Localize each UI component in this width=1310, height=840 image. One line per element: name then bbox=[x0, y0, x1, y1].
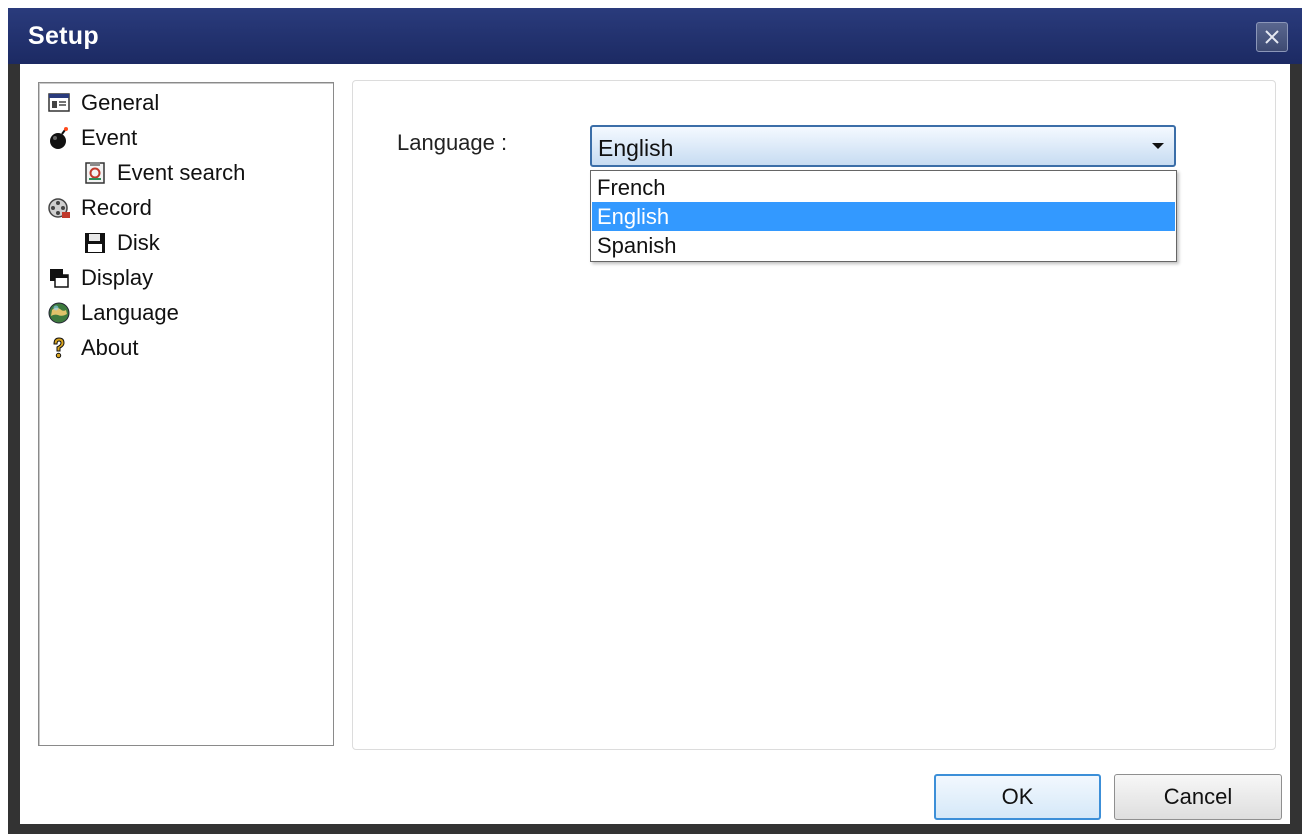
dropdown-arrow-icon[interactable] bbox=[1152, 143, 1164, 149]
tree-item-label: General bbox=[81, 90, 160, 115]
dialog-title: Setup bbox=[28, 22, 99, 50]
title-bar[interactable]: Setup bbox=[8, 8, 1302, 64]
tree-item-label: Display bbox=[81, 265, 154, 290]
general-settings-icon bbox=[47, 91, 71, 115]
tree-item-event[interactable]: Event bbox=[47, 122, 137, 154]
globe-icon bbox=[47, 301, 71, 325]
tree-item-about[interactable]: About bbox=[47, 332, 139, 364]
tree-item-label: Record bbox=[81, 195, 152, 220]
display-windows-icon bbox=[47, 266, 71, 290]
settings-tree: General Event Event search Record Disk D… bbox=[38, 82, 334, 746]
ok-button[interactable]: OK bbox=[934, 774, 1101, 820]
event-search-icon bbox=[83, 161, 107, 185]
bomb-icon bbox=[47, 126, 71, 150]
tree-item-label: About bbox=[81, 335, 139, 360]
language-dropdown-list: French English Spanish bbox=[590, 170, 1177, 262]
tree-item-label: Event search bbox=[117, 160, 246, 185]
close-button[interactable] bbox=[1256, 22, 1288, 52]
film-reel-icon bbox=[47, 196, 71, 220]
tree-item-language[interactable]: Language bbox=[47, 297, 179, 329]
language-option-french[interactable]: French bbox=[592, 173, 1175, 202]
language-option-spanish[interactable]: Spanish bbox=[592, 231, 1175, 260]
question-mark-icon bbox=[47, 336, 71, 360]
close-icon bbox=[1265, 30, 1279, 44]
floppy-disk-icon bbox=[83, 231, 107, 255]
setup-dialog: Setup General Event Event search Record … bbox=[8, 8, 1302, 834]
tree-item-general[interactable]: General bbox=[47, 87, 159, 119]
tree-item-event-search[interactable]: Event search bbox=[83, 157, 245, 189]
cancel-button[interactable]: Cancel bbox=[1114, 774, 1282, 820]
dialog-body: General Event Event search Record Disk D… bbox=[20, 64, 1290, 824]
language-select[interactable]: English bbox=[590, 125, 1176, 167]
tree-item-display[interactable]: Display bbox=[47, 262, 153, 294]
tree-item-label: Disk bbox=[117, 230, 160, 255]
language-select-value: English bbox=[598, 135, 674, 161]
language-label: Language : bbox=[397, 130, 508, 155]
tree-item-label: Language bbox=[81, 300, 179, 325]
tree-item-label: Event bbox=[81, 125, 138, 150]
tree-item-record[interactable]: Record bbox=[47, 192, 152, 224]
language-option-english[interactable]: English bbox=[592, 202, 1175, 231]
tree-item-disk[interactable]: Disk bbox=[83, 227, 160, 259]
